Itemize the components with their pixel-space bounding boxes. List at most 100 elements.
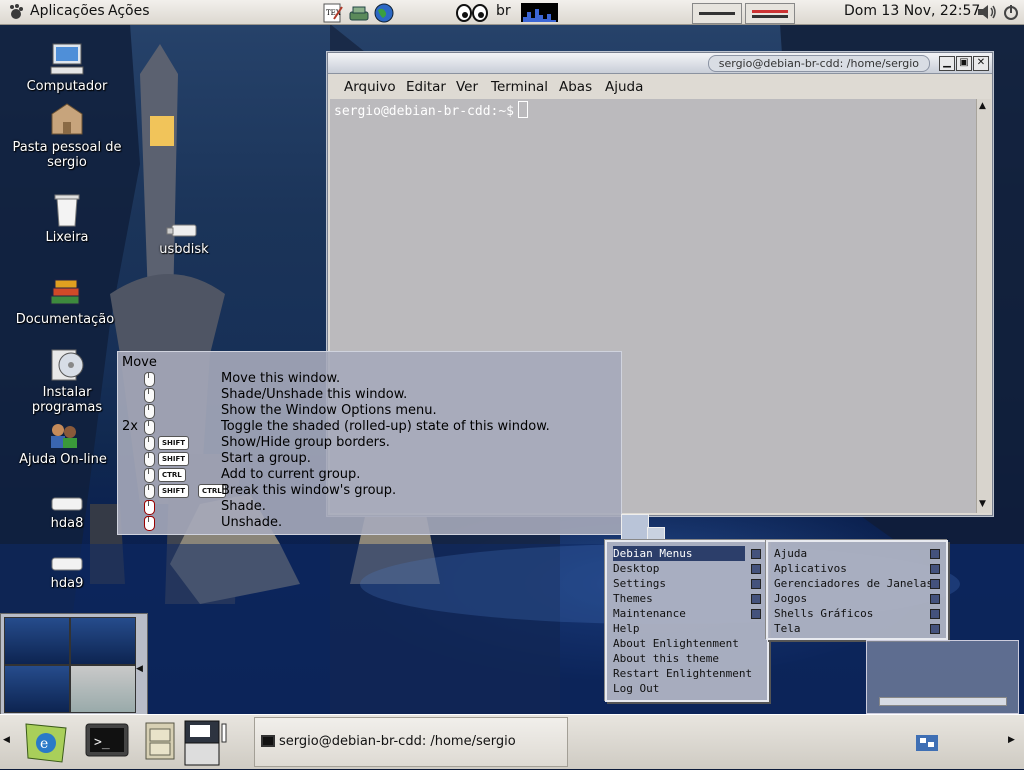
menu-item[interactable]: Debian Menus bbox=[613, 546, 745, 561]
menu-item[interactable]: Restart Enlightenment bbox=[613, 666, 752, 681]
menu-item[interactable]: Maintenance bbox=[613, 606, 745, 621]
desktop-icon-documentacao[interactable]: Documentação bbox=[10, 274, 120, 327]
menu-item[interactable]: Shells Gráficos bbox=[774, 606, 924, 621]
e-iconbox[interactable] bbox=[866, 640, 1019, 714]
debian-submenu: Ajuda Aplicativos Gerenciadores de Janelas… bbox=[766, 540, 948, 640]
scroll-down-icon[interactable]: ▼ bbox=[979, 499, 986, 509]
desktop-icon-label: usbdisk bbox=[159, 242, 209, 257]
terminal-launcher[interactable]: >_ bbox=[84, 720, 130, 760]
enlightenment-main-menu: Debian Menus Desktop Settings Themes Mainten… bbox=[605, 540, 769, 702]
pager-desk-2[interactable] bbox=[70, 617, 136, 665]
binding-description: Add to current group. bbox=[221, 467, 361, 482]
desktop-icon-pasta-pessoal[interactable]: Pasta pessoal de sergio bbox=[12, 102, 122, 170]
network-icon[interactable] bbox=[348, 3, 370, 21]
pager-arrow-icon[interactable]: ◀ bbox=[136, 664, 143, 674]
hard-drive-icon bbox=[49, 494, 85, 514]
tooltip-binding-row: Shade/Unshade this window. bbox=[118, 387, 618, 403]
file-cabinet-launcher[interactable] bbox=[142, 721, 178, 761]
menu-item[interactable]: About this theme bbox=[613, 651, 745, 666]
menu-item[interactable]: Tela bbox=[774, 621, 924, 636]
text-editor-icon[interactable]: TEX bbox=[322, 3, 344, 23]
mouse-icon bbox=[144, 484, 155, 499]
menu-tab-handle bbox=[621, 514, 649, 540]
mouse-icon bbox=[144, 436, 155, 451]
key-cap-icon: SHIFT bbox=[158, 436, 190, 450]
desktop-icon-label: Ajuda On-line bbox=[19, 452, 107, 467]
scroll-up-icon[interactable]: ▲ bbox=[979, 101, 986, 111]
power-icon[interactable] bbox=[1003, 3, 1019, 21]
desktop-icon-lixeira[interactable]: Lixeira bbox=[12, 192, 122, 245]
menu-item[interactable]: Aplicativos bbox=[774, 561, 924, 576]
menu-item[interactable]: Ajuda bbox=[774, 546, 924, 561]
key-cap-icon: SHIFT bbox=[158, 452, 190, 466]
menu-item[interactable]: Help bbox=[613, 621, 745, 636]
menu-item[interactable]: Gerenciadores de Janelas bbox=[774, 576, 933, 591]
submenu-arrow-icon bbox=[751, 579, 761, 589]
menu-editar[interactable]: Editar bbox=[406, 79, 446, 95]
workspace-switcher[interactable] bbox=[184, 720, 244, 766]
submenu-arrow-icon bbox=[930, 579, 940, 589]
tooltip-binding-row: SHIFT Show/Hide group borders. bbox=[118, 435, 618, 451]
menu-item[interactable]: Settings bbox=[613, 576, 745, 591]
pager-desk-1[interactable] bbox=[4, 617, 70, 665]
menu-item[interactable]: Jogos bbox=[774, 591, 924, 606]
taskbar-terminal-button[interactable]: sergio@debian-br-cdd: /home/sergio bbox=[254, 717, 568, 767]
pager-desk-4[interactable] bbox=[70, 665, 136, 713]
desktop-icon-computador[interactable]: Computador bbox=[12, 41, 122, 94]
binding-description: Show/Hide group borders. bbox=[221, 435, 390, 450]
submenu-arrow-icon bbox=[751, 549, 761, 559]
submenu-arrow-icon bbox=[930, 564, 940, 574]
submenu-arrow-icon bbox=[930, 624, 940, 634]
applications-menu[interactable]: Aplicações bbox=[30, 3, 105, 19]
panel-hide-left-icon[interactable]: ◀ bbox=[3, 735, 10, 745]
submenu-arrow-icon bbox=[751, 609, 761, 619]
browser-globe-icon[interactable] bbox=[373, 3, 395, 23]
terminal-scrollbar[interactable]: ▲ ▼ bbox=[976, 99, 991, 513]
menu-ajuda[interactable]: Ajuda bbox=[605, 79, 643, 95]
notification-puzzle-icon[interactable] bbox=[914, 733, 940, 753]
pager-desk-3[interactable] bbox=[4, 665, 70, 713]
tooltip-binding-row: Shade. bbox=[118, 499, 618, 515]
tooltip-binding-row: Unshade. bbox=[118, 515, 618, 531]
submenu-arrow-icon bbox=[930, 594, 940, 604]
desktop-icon-usbdisk[interactable]: usbdisk bbox=[129, 220, 239, 257]
menu-ver[interactable]: Ver bbox=[456, 79, 478, 95]
battery-applet[interactable] bbox=[745, 3, 795, 24]
menu-item[interactable]: Log Out bbox=[613, 681, 745, 696]
binding-description: Shade. bbox=[221, 499, 266, 514]
binding-description: Move this window. bbox=[221, 371, 341, 386]
menu-abas[interactable]: Abas bbox=[559, 79, 592, 95]
minimize-button[interactable]: ▁ bbox=[939, 56, 955, 71]
mouse-icon bbox=[144, 452, 155, 467]
iconbox-scrollbar[interactable] bbox=[879, 697, 1007, 706]
maximize-button[interactable]: ▣ bbox=[956, 56, 972, 71]
desktop-icon-hda8[interactable]: hda8 bbox=[12, 494, 122, 531]
tooltip-binding-row: Show the Window Options menu. bbox=[118, 403, 618, 419]
desktop-icon-instalar-programas[interactable]: Instalar programas bbox=[12, 347, 122, 415]
keyboard-layout-indicator[interactable]: br bbox=[496, 3, 511, 19]
menu-item[interactable]: Desktop bbox=[613, 561, 745, 576]
menu-arquivo[interactable]: Arquivo bbox=[344, 79, 396, 95]
volume-icon[interactable] bbox=[976, 3, 998, 21]
menu-terminal[interactable]: Terminal bbox=[491, 79, 548, 95]
tooltip-binding-row: SHIFT CTRL Break this window's group. bbox=[118, 483, 618, 499]
usb-disk-icon bbox=[166, 220, 202, 240]
desktop-pager[interactable]: ◀ bbox=[0, 613, 148, 715]
desktop-icon-ajuda-online[interactable]: Ajuda On-line bbox=[8, 422, 118, 467]
install-cd-icon bbox=[49, 347, 85, 383]
actions-menu[interactable]: Ações bbox=[108, 3, 150, 19]
cpu-freq-applet[interactable] bbox=[692, 3, 742, 24]
window-titlebar[interactable]: sergio@debian-br-cdd: /home/sergio ▁ ▣ ✕ bbox=[328, 53, 992, 74]
panel-hide-right-icon[interactable]: ▶ bbox=[1008, 735, 1015, 745]
epiphany-browser-launcher[interactable]: e bbox=[22, 720, 70, 765]
close-button[interactable]: ✕ bbox=[973, 56, 989, 71]
prompt-text: sergio@debian-br-cdd:~$ bbox=[334, 104, 515, 119]
home-folder-icon bbox=[49, 102, 85, 138]
menu-item[interactable]: Themes bbox=[613, 591, 745, 606]
menu-item[interactable]: About Enlightenment bbox=[613, 636, 745, 651]
system-monitor-applet[interactable] bbox=[521, 3, 558, 22]
terminal-menubar: Arquivo Editar Ver Terminal Abas Ajuda bbox=[330, 74, 990, 98]
trash-icon bbox=[49, 192, 85, 228]
clock[interactable]: Dom 13 Nov, 22:57 bbox=[844, 3, 980, 19]
desktop-icon-hda9[interactable]: hda9 bbox=[12, 554, 122, 591]
